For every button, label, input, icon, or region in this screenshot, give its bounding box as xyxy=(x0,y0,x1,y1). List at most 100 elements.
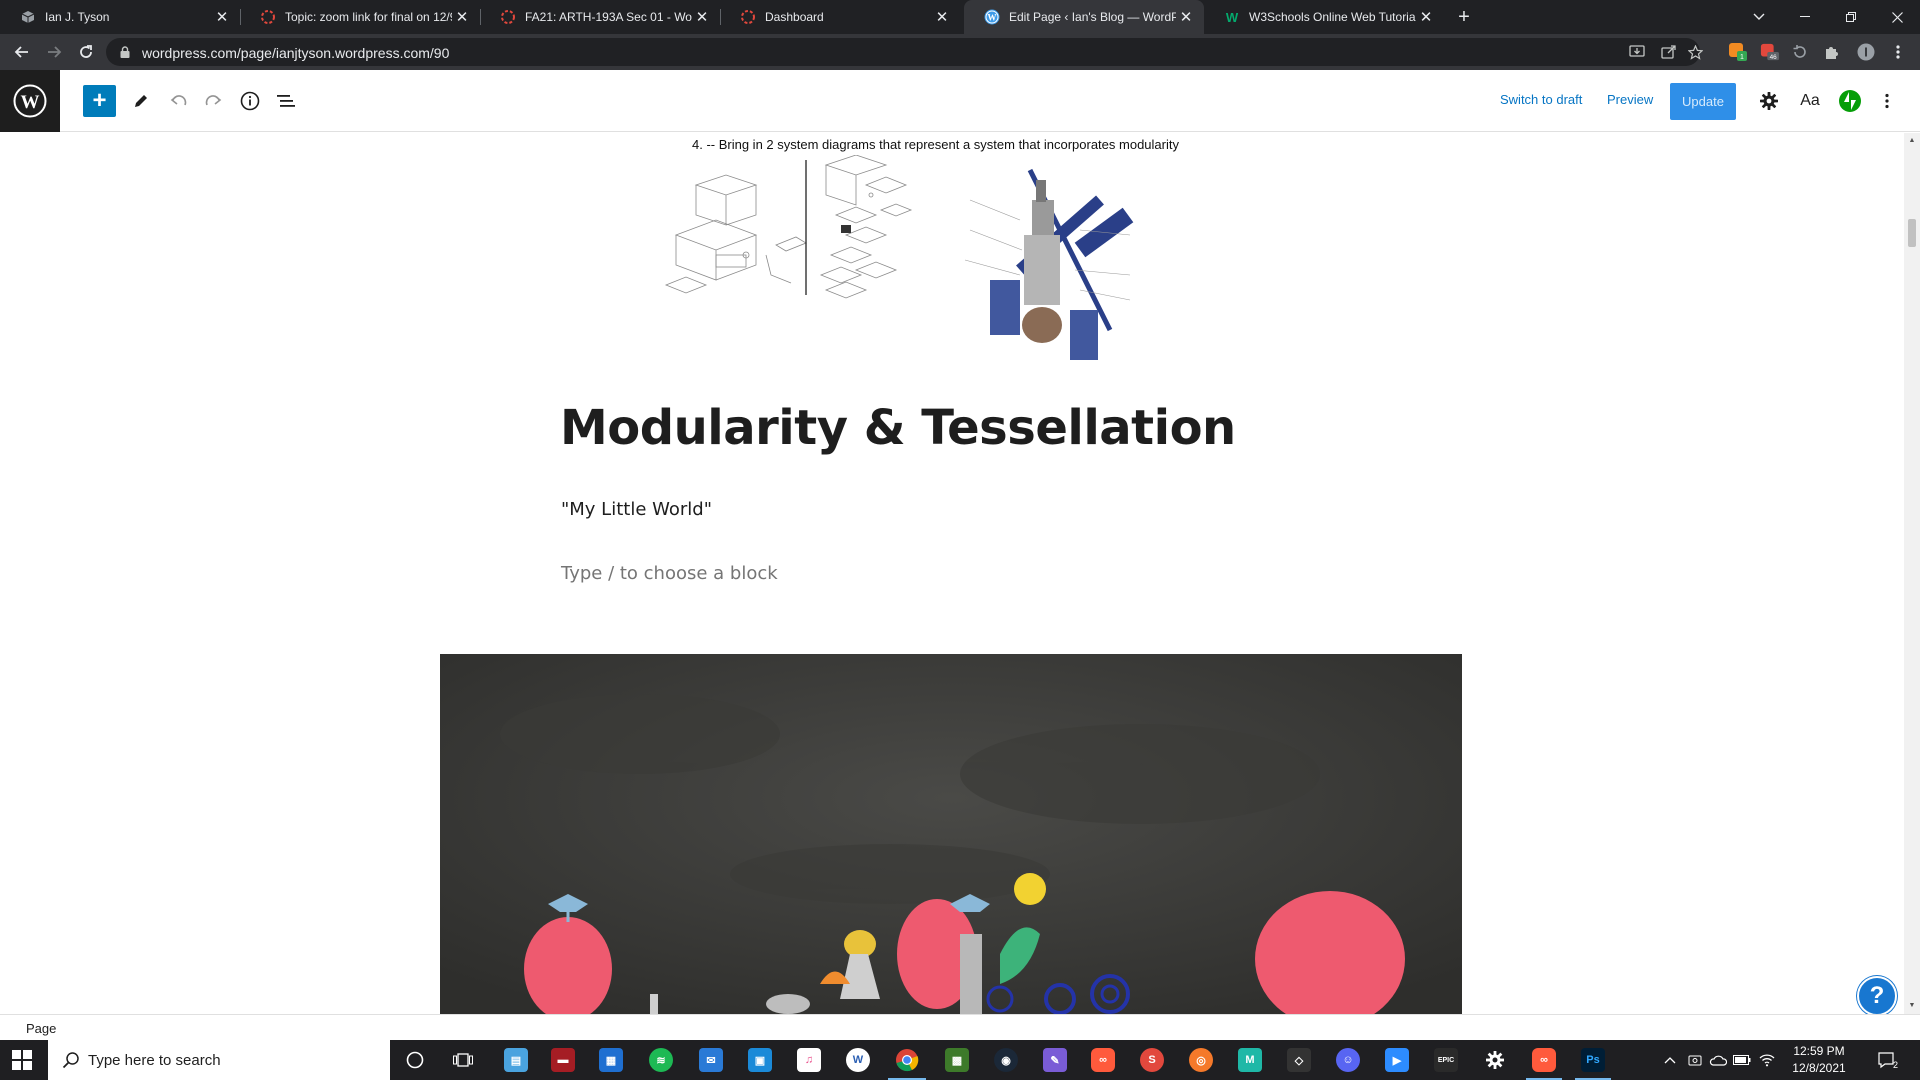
discord-icon[interactable]: ☺ xyxy=(1336,1048,1360,1072)
extensions-puzzle-icon[interactable] xyxy=(1822,42,1842,62)
photoshop-icon[interactable]: Ps xyxy=(1581,1048,1605,1072)
tab-dashboard[interactable]: Dashboard ✕ xyxy=(720,0,960,34)
editor-scrollbar[interactable]: ▲ ▼ xyxy=(1904,133,1920,1014)
onedrive-icon[interactable] xyxy=(1708,1050,1728,1070)
maya-icon[interactable]: M xyxy=(1238,1048,1262,1072)
back-button[interactable] xyxy=(10,40,34,64)
tab-edit-page-wordpress[interactable]: W Edit Page ‹ Ian's Blog — WordPre ✕ xyxy=(964,0,1204,34)
history-sync-icon[interactable] xyxy=(1790,42,1810,62)
close-window-button[interactable] xyxy=(1874,0,1920,34)
bookmark-star-icon[interactable] xyxy=(1686,44,1704,60)
close-tab-icon[interactable]: ✕ xyxy=(212,7,232,27)
taskbar-clock[interactable]: 12:59 PM 12/8/2021 xyxy=(1784,1043,1854,1077)
itunes-icon[interactable]: ♫ xyxy=(797,1048,821,1072)
close-tab-icon[interactable]: ✕ xyxy=(692,7,712,27)
tab-arth-193a[interactable]: FA21: ARTH-193A Sec 01 - World ✕ xyxy=(480,0,720,34)
jetpack-icon[interactable] xyxy=(1835,86,1865,116)
update-button[interactable]: Update xyxy=(1670,83,1736,120)
close-tab-icon[interactable]: ✕ xyxy=(1416,7,1436,27)
cortana-icon[interactable] xyxy=(403,1048,427,1072)
space-station-diagram-image[interactable] xyxy=(960,160,1140,365)
windows-taskbar: Type here to search ▤ ▬ ▦ ≋ ✉ ▣ ♫ W ▩ ◉ … xyxy=(0,1040,1920,1080)
tab-search-chevron-icon[interactable] xyxy=(1736,0,1782,34)
tab-w3schools[interactable]: W W3Schools Online Web Tutorials ✕ xyxy=(1204,0,1444,34)
app-red-icon[interactable]: ▬ xyxy=(551,1048,575,1072)
substance-icon[interactable]: S xyxy=(1140,1048,1164,1072)
windows-start-icon[interactable] xyxy=(12,1050,32,1070)
reload-button[interactable] xyxy=(74,40,98,64)
taskbar-search-box[interactable]: Type here to search xyxy=(48,1040,390,1080)
restore-button[interactable] xyxy=(1828,0,1874,34)
calculator-icon[interactable]: ▣ xyxy=(748,1048,772,1072)
more-options-icon[interactable] xyxy=(1872,86,1902,116)
details-info-icon[interactable] xyxy=(235,86,265,116)
spotify-icon[interactable]: ≋ xyxy=(649,1048,673,1072)
close-tab-icon[interactable]: ✕ xyxy=(452,7,472,27)
add-block-button[interactable]: + xyxy=(83,85,116,117)
epic-games-icon[interactable]: EPIC xyxy=(1434,1048,1458,1072)
meet-now-icon[interactable] xyxy=(1686,1050,1704,1070)
loading-icon xyxy=(260,9,276,25)
breadcrumb-page[interactable]: Page xyxy=(26,1021,56,1036)
forward-button[interactable] xyxy=(42,40,66,64)
task-view-icon[interactable] xyxy=(451,1048,475,1072)
blender-icon[interactable]: ◎ xyxy=(1189,1048,1213,1072)
modular-system-diagram-image[interactable] xyxy=(656,154,914,305)
close-tab-icon[interactable]: ✕ xyxy=(1176,7,1196,27)
creative-cloud-active-icon[interactable]: ∞ xyxy=(1532,1048,1556,1072)
unity-icon[interactable]: ◇ xyxy=(1287,1048,1311,1072)
notification-center-icon[interactable]: 2 xyxy=(1876,1050,1900,1070)
scroll-down-arrow-icon[interactable]: ▼ xyxy=(1908,1002,1916,1010)
preview-button[interactable]: Preview xyxy=(1607,92,1653,107)
tab-title: W3Schools Online Web Tutorials xyxy=(1249,10,1416,24)
undo-icon[interactable] xyxy=(163,86,193,116)
share-icon[interactable] xyxy=(1660,44,1678,60)
word-icon[interactable]: W xyxy=(846,1048,870,1072)
profile-avatar[interactable] xyxy=(1856,42,1876,62)
block-placeholder[interactable]: Type / to choose a block xyxy=(561,563,778,584)
scroll-up-arrow-icon[interactable]: ▲ xyxy=(1908,137,1916,145)
settings-gear-icon[interactable] xyxy=(1754,86,1784,116)
redo-icon[interactable] xyxy=(199,86,229,116)
vector-app-icon[interactable]: ✎ xyxy=(1043,1048,1067,1072)
chrome-icon[interactable] xyxy=(895,1048,919,1072)
creative-cloud-icon[interactable]: ∞ xyxy=(1091,1048,1115,1072)
address-bar[interactable]: wordpress.com/page/ianjtyson.wordpress.c… xyxy=(106,38,1703,66)
new-tab-button[interactable]: + xyxy=(1452,5,1476,29)
switch-to-draft-button[interactable]: Switch to draft xyxy=(1500,92,1582,107)
editor-header: W + Switch to draft Preview Update Aa xyxy=(0,70,1920,132)
wordpress-logo-icon[interactable]: W xyxy=(0,70,60,132)
tab-zoom-link-topic[interactable]: Topic: zoom link for final on 12/9 ✕ xyxy=(240,0,480,34)
paragraph-block[interactable]: "My Little World" xyxy=(561,499,712,520)
typography-styles-button[interactable]: Aa xyxy=(1795,86,1825,116)
tab-ian-tyson[interactable]: Ian J. Tyson ✕ xyxy=(0,0,240,34)
zoom-icon[interactable]: ▶ xyxy=(1385,1048,1409,1072)
tab-title: Topic: zoom link for final on 12/9 xyxy=(285,10,452,24)
wifi-icon[interactable] xyxy=(1757,1050,1777,1070)
settings-icon[interactable] xyxy=(1483,1048,1507,1072)
browser-tab-strip: Ian J. Tyson ✕ Topic: zoom link for fina… xyxy=(0,0,1920,34)
minimize-button[interactable] xyxy=(1782,0,1828,34)
search-icon xyxy=(62,1052,79,1069)
minecraft-icon[interactable]: ▩ xyxy=(945,1048,969,1072)
install-app-icon[interactable] xyxy=(1628,44,1646,60)
microsoft-store-icon[interactable]: ▦ xyxy=(599,1048,623,1072)
scrollbar-thumb[interactable] xyxy=(1908,219,1916,247)
list-view-icon[interactable] xyxy=(271,86,301,116)
battery-icon[interactable] xyxy=(1732,1050,1752,1070)
clock-date: 12/8/2021 xyxy=(1792,1061,1846,1075)
lock-icon xyxy=(120,46,130,58)
page-title[interactable]: Modularity & Tessellation xyxy=(560,400,1236,456)
clock-time: 12:59 PM xyxy=(1793,1044,1845,1058)
help-button[interactable]: ? xyxy=(1857,976,1897,1016)
my-little-world-photo-image[interactable] xyxy=(440,654,1462,1014)
show-hidden-icons-chevron[interactable] xyxy=(1660,1050,1680,1070)
extension-red-icon[interactable]: 46 xyxy=(1760,42,1780,62)
mail-icon[interactable]: ✉ xyxy=(699,1048,723,1072)
chrome-menu-icon[interactable] xyxy=(1888,42,1908,62)
steam-icon[interactable]: ◉ xyxy=(994,1048,1018,1072)
file-explorer-icon[interactable]: ▤ xyxy=(504,1048,528,1072)
extension-orange-icon[interactable]: 1 xyxy=(1728,42,1748,62)
close-tab-icon[interactable]: ✕ xyxy=(932,7,952,27)
edit-pencil-icon[interactable] xyxy=(126,86,156,116)
